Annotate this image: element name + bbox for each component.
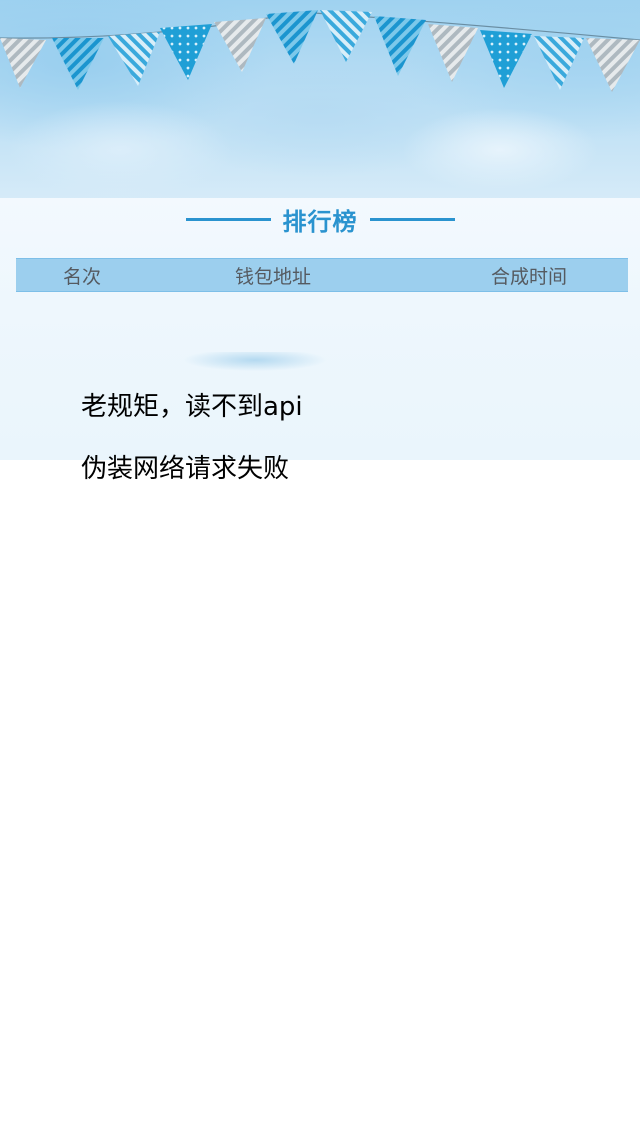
flag-12 [586, 38, 640, 92]
column-header-time: 合成时间 [491, 266, 568, 288]
overlay-note-line-2: 伪装网络请求失败 [81, 454, 290, 484]
flag-8 [374, 16, 426, 76]
title-divider-left [185, 217, 271, 221]
flag-10 [480, 30, 532, 88]
flag-4 [160, 24, 212, 80]
leaderboard-table-header: 名次 钱包地址 合成时间 [16, 258, 628, 292]
title-divider-right [369, 217, 455, 221]
leaderboard-title: 排行榜 [282, 207, 358, 236]
overlay-note-line-1: 老规矩，读不到api [81, 392, 303, 422]
leaderboard-title-row: 排行榜 [0, 198, 640, 240]
bunting-flags-decoration [0, 10, 640, 92]
flag-7 [320, 10, 372, 62]
flag-9 [428, 24, 478, 82]
page: 排行榜 名次 钱包地址 合成时间 老规矩，读不到api 伪装网络请求失败 [0, 0, 640, 1136]
flag-2 [52, 38, 104, 90]
column-header-rank: 名次 [63, 266, 102, 288]
flag-11 [534, 36, 584, 90]
flag-3 [108, 32, 160, 86]
column-header-wallet-address: 钱包地址 [235, 266, 312, 288]
flag-6 [266, 10, 318, 64]
flag-1 [0, 38, 46, 88]
flag-5 [214, 18, 266, 72]
cloud-decoration [165, 352, 345, 378]
